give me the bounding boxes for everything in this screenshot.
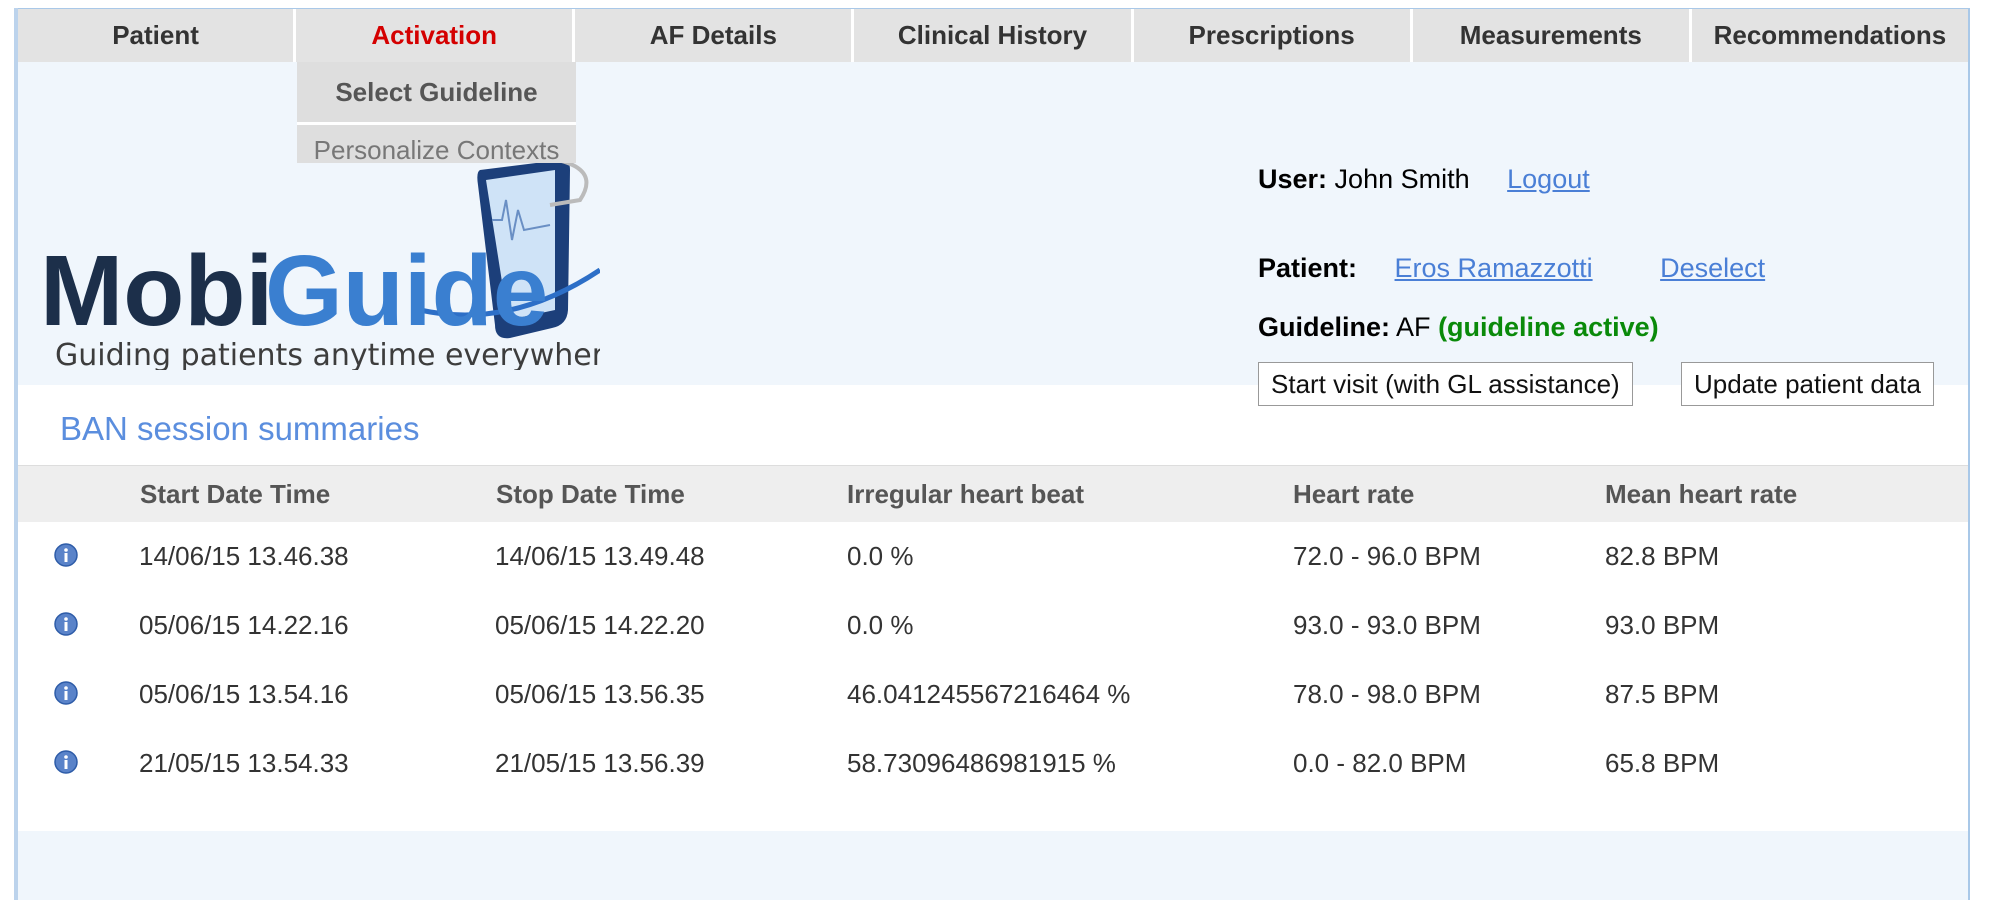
col-stop-date[interactable]: Stop Date Time	[496, 466, 685, 523]
guideline-name: AF	[1396, 312, 1431, 342]
cell-irregular: 0.0 %	[847, 610, 914, 640]
tab-patient[interactable]: Patient	[18, 9, 294, 62]
info-icon[interactable]	[53, 542, 79, 568]
tab-prescriptions[interactable]: Prescriptions	[1133, 9, 1410, 62]
activation-dropdown: Select Guideline Personalize Contexts	[297, 62, 576, 163]
menu-item-select-guideline[interactable]: Select Guideline	[297, 62, 576, 125]
cell-start: 14/06/15 13.46.38	[139, 541, 349, 571]
cell-irregular: 0.0 %	[847, 541, 914, 571]
svg-text:Guiding patients anytime every: Guiding patients anytime everywhere	[55, 338, 600, 370]
update-patient-button[interactable]: Update patient data	[1681, 362, 1934, 406]
cell-stop: 21/05/15 13.56.39	[495, 748, 705, 778]
tab-af-details[interactable]: AF Details	[575, 9, 852, 62]
cell-mean-rate: 65.8 BPM	[1605, 748, 1720, 778]
svg-text:Mobi: Mobi	[40, 235, 273, 347]
col-start-date[interactable]: Start Date Time	[140, 466, 330, 523]
guideline-status: (guideline active)	[1438, 312, 1659, 342]
cell-irregular: 46.041245567216464 %	[847, 679, 1131, 709]
cell-heart-rate: 93.0 - 93.0 BPM	[1293, 610, 1481, 640]
table-row: 05/06/15 14.22.16 05/06/15 14.22.20 0.0 …	[18, 591, 1968, 660]
cell-start: 05/06/15 14.22.16	[139, 610, 349, 640]
svg-text:Guide: Guide	[265, 235, 548, 347]
table-row: 21/05/15 13.54.33 21/05/15 13.56.39 58.7…	[18, 729, 1968, 798]
menu-item-personalize-contexts[interactable]: Personalize Contexts	[297, 125, 576, 163]
cell-mean-rate: 93.0 BPM	[1605, 610, 1720, 640]
patient-label: Patient:	[1258, 253, 1358, 283]
tab-recommendations[interactable]: Recommendations	[1691, 9, 1968, 62]
cell-start: 05/06/15 13.54.16	[139, 679, 349, 709]
col-mean-heart-rate[interactable]: Mean heart rate	[1605, 466, 1797, 523]
col-irregular-heart-beat[interactable]: Irregular heart beat	[847, 466, 1084, 523]
tab-activation[interactable]: Activation	[296, 9, 573, 62]
info-icon[interactable]	[53, 680, 79, 706]
table-row: 05/06/15 13.54.16 05/06/15 13.56.35 46.0…	[18, 660, 1968, 729]
cell-heart-rate: 0.0 - 82.0 BPM	[1293, 748, 1467, 778]
cell-mean-rate: 87.5 BPM	[1605, 679, 1720, 709]
cell-start: 21/05/15 13.54.33	[139, 748, 349, 778]
cell-mean-rate: 82.8 BPM	[1605, 541, 1720, 571]
cell-heart-rate: 72.0 - 96.0 BPM	[1293, 541, 1481, 571]
user-name: John Smith	[1334, 164, 1470, 194]
table-header: Start Date Time Stop Date Time Irregular…	[18, 465, 1968, 523]
cell-heart-rate: 78.0 - 98.0 BPM	[1293, 679, 1481, 709]
cell-stop: 14/06/15 13.49.48	[495, 541, 705, 571]
patient-row: Patient: Eros Ramazzotti Deselect	[1258, 253, 1765, 284]
tab-clinical-history[interactable]: Clinical History	[854, 9, 1131, 62]
guideline-label: Guideline:	[1258, 312, 1391, 342]
patient-name-link[interactable]: Eros Ramazzotti	[1395, 253, 1593, 283]
user-label: User:	[1258, 164, 1328, 194]
table-row: 14/06/15 13.46.38 14/06/15 13.49.48 0.0 …	[18, 522, 1968, 591]
info-icon[interactable]	[53, 749, 79, 775]
mobiguide-logo: Mobi Guide Guiding patients anytime ever…	[40, 160, 600, 370]
deselect-link[interactable]: Deselect	[1660, 253, 1765, 283]
top-nav: Patient Activation AF Details Clinical H…	[18, 9, 1968, 62]
col-heart-rate[interactable]: Heart rate	[1293, 466, 1414, 523]
start-visit-button[interactable]: Start visit (with GL assistance)	[1258, 362, 1633, 406]
cell-stop: 05/06/15 14.22.20	[495, 610, 705, 640]
user-row: User: John Smith Logout	[1258, 164, 1590, 195]
sessions-table: 14/06/15 13.46.38 14/06/15 13.49.48 0.0 …	[18, 522, 1968, 831]
cell-stop: 05/06/15 13.56.35	[495, 679, 705, 709]
guideline-row: Guideline: AF (guideline active)	[1258, 312, 1659, 343]
section-title: BAN session summaries	[60, 410, 420, 447]
tab-measurements[interactable]: Measurements	[1412, 9, 1689, 62]
logout-link[interactable]: Logout	[1507, 164, 1590, 194]
footer-band	[18, 831, 1968, 900]
info-icon[interactable]	[53, 611, 79, 637]
cell-irregular: 58.73096486981915 %	[847, 748, 1116, 778]
